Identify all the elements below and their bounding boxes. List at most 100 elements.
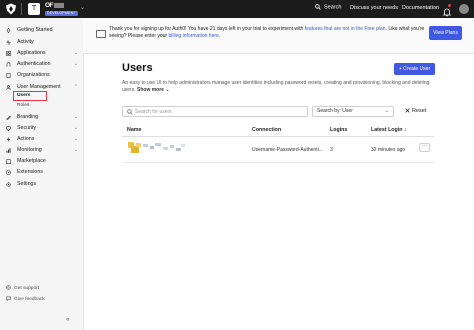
column-header-connection[interactable]: Connection: [252, 127, 281, 133]
branding-icon: [6, 115, 11, 120]
chevron-down-icon: ⌄: [165, 86, 170, 93]
get-support-link[interactable]: Get support: [6, 285, 39, 291]
reset-button[interactable]: Reset: [405, 108, 426, 114]
sidebar-item-organizations[interactable]: Organizations: [4, 70, 80, 80]
search-by-label: Search by:: [317, 108, 341, 114]
view-plans-button[interactable]: View Plans: [429, 26, 462, 40]
search-users-field[interactable]: [122, 106, 308, 117]
tenant-avatar[interactable]: T: [28, 3, 40, 15]
give-feedback-link[interactable]: Give feedback: [6, 296, 45, 302]
feedback-icon: [6, 296, 11, 302]
chevron-up-icon: ⌃: [73, 84, 78, 90]
chevron-down-icon: ⌄: [73, 136, 78, 142]
top-search-button[interactable]: Search: [315, 4, 341, 10]
user-row-connection: Username-Password-Authenti...: [252, 147, 323, 153]
chevron-down-icon: ⌄: [73, 114, 78, 120]
sidebar-item-label: Marketplace: [17, 158, 46, 164]
sidebar-item-marketplace[interactable]: Marketplace: [4, 156, 80, 166]
sidebar-item-label: Branding: [17, 114, 39, 120]
documentation-link[interactable]: Documentation: [402, 5, 439, 11]
sidebar-item-getting-started[interactable]: Getting Started: [4, 25, 80, 35]
table-row-divider: [122, 162, 434, 163]
sidebar-item-monitoring[interactable]: Monitoring ⌄: [4, 145, 80, 155]
billing-information-link[interactable]: billing information here: [168, 33, 218, 39]
page-title: Users: [122, 62, 153, 74]
collapse-sidebar-icon[interactable]: «: [66, 317, 69, 323]
sidebar-item-applications[interactable]: Applications ⌄: [4, 48, 80, 58]
marketplace-icon: [6, 158, 11, 164]
sort-arrow-icon: ↓: [403, 127, 407, 133]
shield-icon: [6, 125, 11, 131]
sidebar-item-label: Monitoring: [17, 147, 42, 153]
search-by-select[interactable]: Search by: User ⌄: [312, 106, 394, 117]
discuss-needs-link[interactable]: Discuss your needs: [350, 5, 398, 11]
users-highlight-box: [13, 91, 47, 101]
sidebar-item-actions[interactable]: Actions ⌄: [4, 134, 80, 144]
chevron-down-icon: ⌄: [73, 61, 78, 67]
auth0-logo-icon[interactable]: [5, 3, 17, 15]
search-icon: [127, 109, 133, 115]
show-more-label: Show more: [137, 86, 164, 93]
table-header-divider: [122, 136, 434, 137]
column-header-latest-login-label: Latest Login: [371, 127, 403, 133]
trial-banner-text: Thank you for signing up for Auth0! You …: [109, 26, 429, 40]
billing-card-icon: [96, 30, 106, 38]
notifications-button[interactable]: [443, 4, 451, 17]
user-row-latest-login: 32 minutes ago: [371, 147, 406, 153]
trial-banner-text-part: Thank you for signing up for Auth0! You …: [109, 26, 305, 32]
page-description: An easy to use UI to help administrators…: [122, 80, 434, 93]
notification-dot: [448, 4, 451, 7]
sidebar-subitem-roles[interactable]: Roles: [17, 103, 29, 108]
sidebar-item-authentication[interactable]: Authentication ⌄: [4, 59, 80, 69]
organizations-icon: [6, 72, 11, 78]
column-header-latest-login[interactable]: Latest Login ↓: [371, 127, 407, 133]
sidebar-item-label: Getting Started: [17, 27, 53, 33]
column-header-name[interactable]: Name: [127, 127, 141, 133]
rocket-icon: [6, 27, 11, 33]
trial-banner: Thank you for signing up for Auth0! You …: [83, 18, 474, 54]
column-header-logins[interactable]: Logins: [330, 127, 347, 133]
trial-banner-text-part: .: [218, 33, 221, 39]
top-search-label: Search: [324, 4, 342, 11]
sidebar-item-extensions[interactable]: Extensions: [4, 167, 80, 177]
features-link[interactable]: features that are not in the Free plan: [305, 26, 386, 32]
sidebar-item-branding[interactable]: Branding ⌄: [4, 112, 80, 122]
user-avatar[interactable]: [459, 4, 469, 14]
create-user-button[interactable]: + Create User: [394, 63, 435, 75]
top-bar: T OF DEVELOPMENT ⌄ Search Discuss your n…: [0, 0, 474, 18]
user-management-icon: [6, 84, 11, 90]
gear-icon: [6, 181, 11, 187]
sidebar-item-security[interactable]: Security ⌄: [4, 123, 80, 133]
sidebar-item-label: Extensions: [17, 169, 43, 175]
close-icon: [405, 108, 410, 113]
sidebar-item-activity[interactable]: Activity: [4, 37, 80, 47]
give-feedback-label: Give feedback: [14, 296, 45, 302]
chevron-down-icon: ⌄: [73, 125, 78, 131]
chevron-down-icon: ⌄: [384, 108, 389, 114]
support-icon: [6, 285, 11, 290]
topbar-divider: [21, 3, 22, 15]
search-by-text: Search by: User: [317, 107, 353, 116]
activity-icon: [6, 39, 11, 45]
extensions-icon: [6, 169, 11, 175]
tenant-name-text: OF: [45, 2, 54, 9]
sidebar: Getting Started Activity Applications ⌄ …: [0, 18, 84, 330]
tenant-name[interactable]: OF: [45, 2, 65, 9]
search-icon: [315, 4, 321, 10]
sidebar-item-label: Applications: [17, 50, 46, 56]
search-users-input[interactable]: [135, 107, 305, 116]
tenant-switch-chevron-icon[interactable]: ⌄: [80, 4, 85, 11]
chevron-down-icon: ⌄: [73, 50, 78, 56]
chevron-down-icon: ⌄: [73, 147, 78, 153]
bell-icon: [443, 8, 451, 17]
reset-label: Reset: [412, 108, 427, 114]
show-more-link[interactable]: Show more ⌄: [137, 87, 170, 93]
sidebar-item-settings[interactable]: Settings: [4, 179, 80, 189]
user-row-avatar: [128, 142, 141, 155]
user-row-name-redacted[interactable]: [143, 142, 187, 155]
row-actions-menu-button[interactable]: ···: [419, 143, 430, 152]
sidebar-item-label: Authentication: [17, 61, 51, 67]
sidebar-item-label: Activity: [17, 39, 34, 45]
sidebar-item-label: Security: [17, 125, 37, 131]
applications-icon: [6, 50, 11, 56]
